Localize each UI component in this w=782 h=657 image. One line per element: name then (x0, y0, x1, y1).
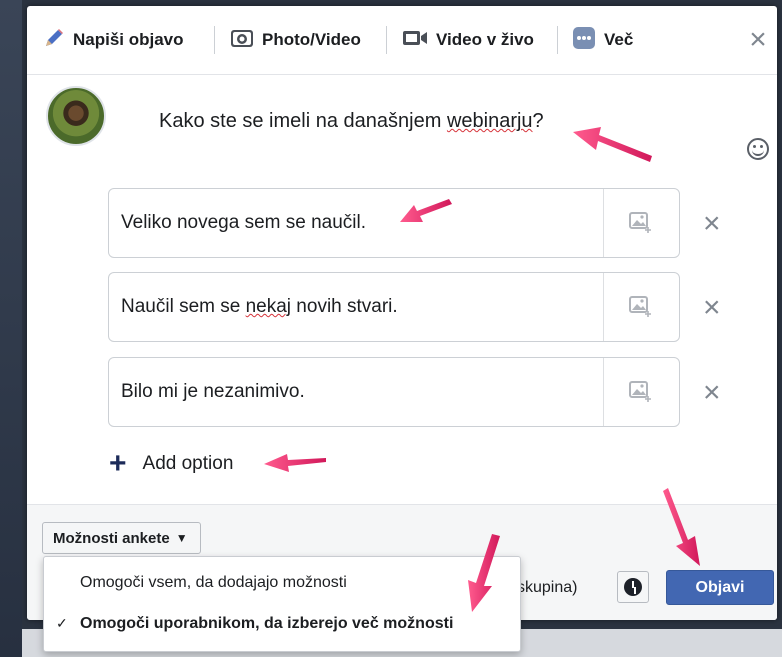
poll-options-label: Možnosti ankete (53, 529, 170, 547)
clock-icon (624, 578, 642, 596)
tab-separator (557, 26, 558, 54)
checkmark-icon: ✓ (56, 615, 68, 631)
tab-write-post-label: Napiši objavo (73, 30, 184, 49)
avatar (46, 86, 106, 146)
schedule-button[interactable] (617, 571, 649, 603)
caret-down-icon: ▼ (175, 531, 188, 545)
tab-more-label: Več (604, 30, 634, 49)
tab-more[interactable]: Več (572, 26, 634, 55)
tab-live-video[interactable]: Video v živo (402, 28, 534, 52)
add-image-icon[interactable] (629, 296, 651, 317)
option-divider (603, 189, 604, 257)
plus-icon: + (109, 447, 127, 480)
remove-option-icon[interactable]: × (703, 378, 721, 408)
poll-option-input[interactable]: Veliko novega sem se naučil. (108, 188, 680, 258)
add-image-icon[interactable] (629, 381, 651, 402)
poll-options-menu: Omogoči vsem, da dodajajo možnosti ✓ Omo… (43, 556, 521, 652)
video-camera-icon (402, 29, 428, 52)
audience-text: skupina) (517, 579, 578, 596)
add-option-label: Add option (142, 453, 234, 474)
spellcheck-word: webinarju (446, 110, 533, 132)
create-poll-dialog: Napiši objavo Photo/Video Video v živo V… (27, 6, 777, 620)
menu-item-allow-add-options[interactable]: Omogoči vsem, da dodajajo možnosti (44, 566, 520, 600)
more-icon (572, 26, 596, 55)
tab-write-post[interactable]: Napiši objavo (43, 28, 184, 52)
tab-photo-video-label: Photo/Video (262, 30, 361, 49)
option-divider (603, 273, 604, 341)
publish-button[interactable]: Objavi (666, 570, 774, 605)
pencil-icon (43, 27, 65, 54)
poll-option-input[interactable]: Bilo mi je nezanimivo. (108, 357, 680, 427)
menu-item-allow-multiple-choice[interactable]: ✓ Omogoči uporabnikom, da izberejo več m… (44, 607, 520, 641)
poll-option-input[interactable]: Naučil sem se nekaj novih stvari. (108, 272, 680, 342)
remove-option-icon[interactable]: × (703, 209, 721, 239)
composer-tabs: Napiši objavo Photo/Video Video v živo V… (27, 6, 777, 75)
close-icon[interactable]: × (746, 25, 770, 55)
emoji-icon[interactable] (747, 138, 769, 160)
poll-option-text: Veliko novega sem se naučil. (121, 212, 367, 233)
remove-option-icon[interactable]: × (703, 293, 721, 323)
tab-separator (214, 26, 215, 54)
camera-icon (230, 28, 254, 53)
option-divider (603, 358, 604, 426)
add-image-icon[interactable] (629, 212, 651, 233)
tab-live-video-label: Video v živo (436, 30, 534, 49)
tab-separator (386, 26, 387, 54)
poll-options-button[interactable]: Možnosti ankete ▼ (42, 522, 201, 554)
poll-question-text-end: ? (532, 110, 544, 132)
poll-question-text: Kako ste se imeli na današnjem (159, 110, 447, 132)
add-option-button[interactable]: + Add option (109, 447, 234, 480)
background-window-edge (0, 0, 22, 657)
tab-photo-video[interactable]: Photo/Video (230, 28, 361, 52)
poll-option-text: Naučil sem se nekaj novih stvari. (121, 296, 398, 317)
poll-question[interactable]: Kako ste se imeli na današnjem webinarju… (159, 110, 544, 133)
poll-option-text: Bilo mi je nezanimivo. (121, 381, 305, 402)
